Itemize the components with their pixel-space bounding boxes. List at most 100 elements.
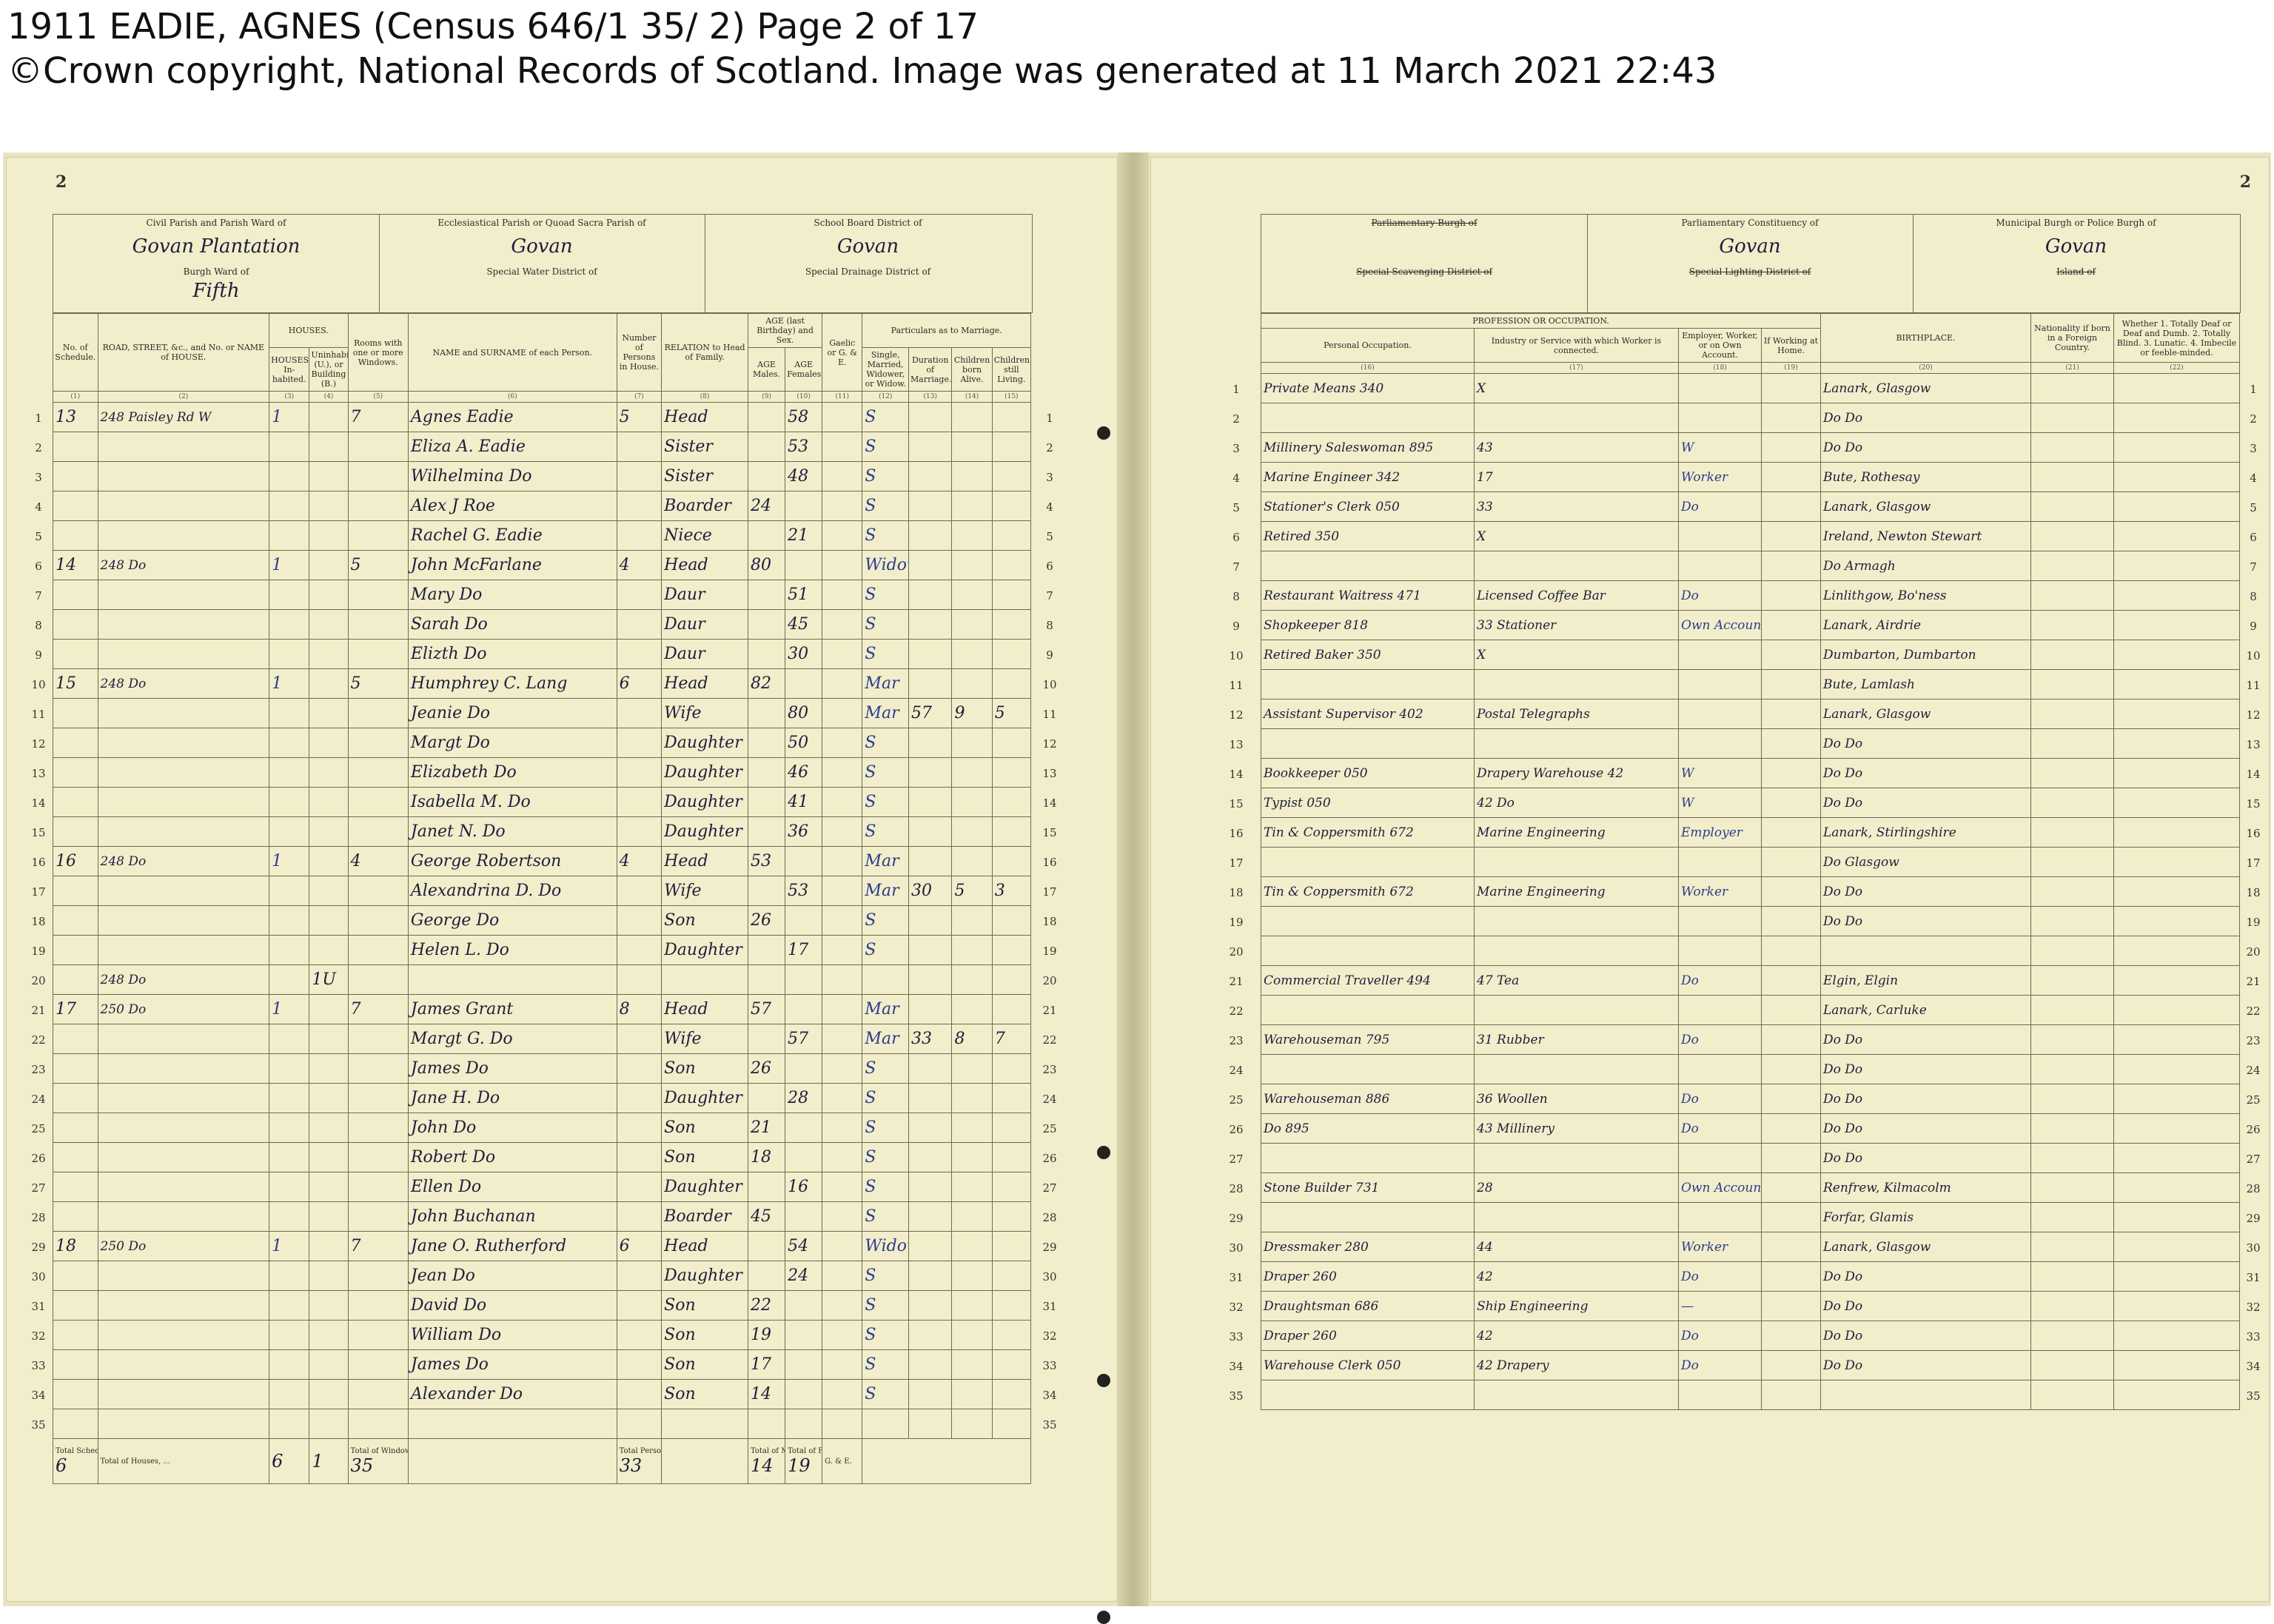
birthplace: Do Do: [1820, 1054, 2031, 1084]
census-row: Draughtsman 686 Ship Engineering — Do Do: [1261, 1291, 2240, 1321]
marriage-duration: [908, 1113, 953, 1143]
working-at-home: [1761, 758, 1821, 788]
row-number: 15: [31, 825, 46, 839]
left-page: 2 Civil Parish and Parish Ward of Govan …: [6, 157, 1118, 1602]
row-number: 28: [31, 1210, 46, 1224]
personal-occupation: [1261, 669, 1475, 699]
schedule-number: [53, 520, 98, 551]
uninhabited-mark: [309, 491, 349, 521]
gaelic: [822, 1320, 863, 1350]
row-number: 5: [35, 529, 42, 543]
employer-worker: [1678, 728, 1762, 759]
row-number: 3: [1232, 441, 1240, 455]
personal-occupation: Private Means 340: [1261, 373, 1475, 403]
employer-worker: Own Account: [1678, 1172, 1762, 1203]
marriage-duration: [908, 846, 953, 876]
row-number: 8: [35, 618, 42, 632]
road-street: 248 Do: [97, 964, 270, 995]
road-street: [97, 1024, 270, 1054]
drainage-district-label: Special Drainage District of: [805, 266, 931, 277]
persons-count: [616, 876, 663, 906]
working-at-home: [1761, 965, 1821, 996]
industry-service: 28: [1474, 1172, 1679, 1203]
left-column-header: HOUSES. In-habited.: [269, 347, 310, 392]
inhabited-count: 1: [269, 402, 310, 432]
age-female: 45: [785, 609, 823, 640]
person-name: Wilhelmina Do: [407, 461, 617, 491]
relation: Daur: [661, 639, 749, 669]
children-living: [991, 668, 1032, 699]
children-living: [991, 935, 1032, 965]
age-male: 26: [748, 1053, 786, 1084]
inhabited-count: [269, 1201, 310, 1232]
employer-worker: W: [1678, 788, 1762, 818]
employer-worker: [1678, 1380, 1762, 1410]
children-born: [951, 964, 993, 995]
uninhabited-mark: [309, 1113, 349, 1143]
marital-condition: [862, 964, 910, 995]
marital-condition: S: [862, 1053, 910, 1084]
infirmity: [2113, 1054, 2240, 1084]
marriage-duration: [908, 964, 953, 995]
right-page: 2 Parliamentary Burgh of Special Scaveng…: [1150, 157, 2270, 1602]
total-uninhabited-value: 1: [312, 1451, 323, 1472]
working-at-home: [1761, 1291, 1821, 1321]
marriage-duration: [908, 402, 953, 432]
infirmity: [2113, 1321, 2240, 1351]
children-living: [991, 1349, 1032, 1380]
row-number: 25: [31, 1121, 46, 1135]
total-rooms-label: Total of Windowed Rooms.: [350, 1446, 408, 1455]
person-name: Agnes Eadie: [407, 402, 617, 432]
employer-worker: Own Account: [1678, 610, 1762, 640]
age-female: 58: [785, 402, 823, 432]
working-at-home: [1761, 462, 1821, 492]
personal-occupation: Typist 050: [1261, 788, 1475, 818]
infirmity: [2113, 1291, 2240, 1321]
rooms-count: [347, 491, 409, 521]
inhabited-count: [269, 698, 310, 728]
persons-count: [616, 935, 663, 965]
column-index: (17): [1474, 362, 1679, 374]
age-male: 18: [748, 1142, 786, 1172]
row-number: 29: [1229, 1211, 1244, 1225]
personal-occupation: Stone Builder 731: [1261, 1172, 1475, 1203]
schedule-number: [53, 728, 98, 758]
persons-count: [616, 461, 663, 491]
gaelic: [822, 1142, 863, 1172]
schedule-number: [53, 639, 98, 669]
personal-occupation: Warehouseman 795: [1261, 1024, 1475, 1055]
children-born: [951, 994, 993, 1024]
left-column-header: Children still Living.: [991, 347, 1032, 392]
row-number: 16: [2246, 826, 2261, 840]
row-number: 27: [2246, 1152, 2261, 1166]
children-living: [991, 1113, 1032, 1143]
uninhabited-mark: [309, 1349, 349, 1380]
row-number: 14: [2246, 767, 2261, 781]
employer-worker: Do: [1678, 491, 1762, 522]
row-number: 16: [1042, 855, 1057, 869]
industry-service: Drapery Warehouse 42: [1474, 758, 1679, 788]
row-number: 11: [31, 707, 46, 721]
person-name: Robert Do: [407, 1142, 617, 1172]
census-row: Alexandrina D. Do Wife 53 Mar 30 5 3: [53, 876, 1032, 906]
row-number: 8: [1046, 618, 1053, 632]
employer-worker: Do: [1678, 1024, 1762, 1055]
schedule-number: [53, 1261, 98, 1291]
rooms-count: [347, 639, 409, 669]
census-row: Rachel G. Eadie Niece 21 S: [53, 520, 1032, 551]
row-number: 31: [1042, 1299, 1057, 1313]
children-born: [951, 520, 993, 551]
employer-worker: [1678, 906, 1762, 936]
birthplace: Do Armagh: [1820, 551, 2031, 581]
infirmity: [2113, 669, 2240, 699]
nationality: [2030, 1024, 2114, 1055]
marital-condition: S: [862, 1379, 910, 1409]
marital-condition: S: [862, 609, 910, 640]
row-number: 2: [1046, 440, 1053, 454]
row-number: 10: [1042, 677, 1057, 691]
row-number: 9: [1046, 648, 1053, 662]
row-number: 27: [1042, 1181, 1057, 1195]
rooms-count: 7: [347, 402, 409, 432]
relation: Son: [661, 1113, 749, 1143]
nationality: [2030, 669, 2114, 699]
